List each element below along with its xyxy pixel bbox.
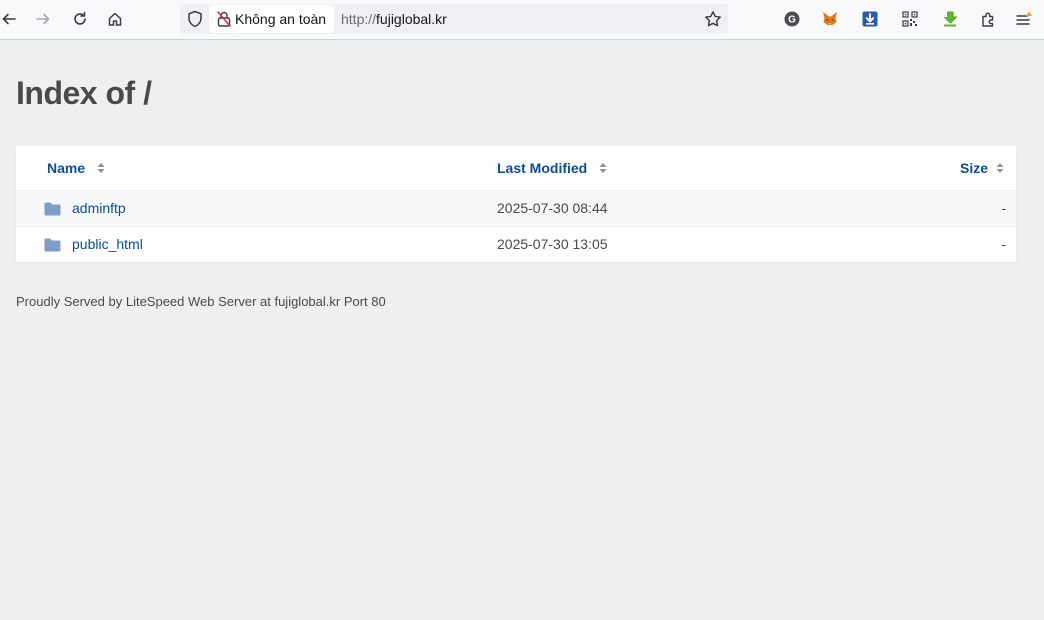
metamask-icon (823, 12, 837, 25)
home-button[interactable] (100, 4, 130, 34)
url-host: fujiglobal.kr (376, 11, 447, 27)
download-extension-button[interactable] (855, 4, 885, 34)
forward-icon (36, 13, 50, 25)
shield-icon[interactable] (186, 10, 204, 28)
extensions-button[interactable] (973, 4, 1003, 34)
row-modified: 2025-07-30 08:44 (497, 200, 608, 216)
insecure-lock-icon (217, 11, 231, 27)
folder-icon (44, 202, 61, 216)
folder-icon (44, 238, 61, 252)
reload-button[interactable] (65, 4, 95, 34)
security-indicator[interactable]: Không an toàn (209, 5, 334, 33)
column-size-label: Size (960, 160, 989, 176)
forward-button[interactable] (28, 4, 58, 34)
download-extension-icon (862, 11, 878, 27)
column-name-label: Name (47, 160, 86, 176)
url-scheme: http:// (341, 11, 377, 27)
address-bar[interactable]: Không an toàn http://fujiglobal.kr (180, 4, 728, 34)
sort-by-size[interactable]: Size (960, 160, 1004, 176)
green-download-icon (943, 11, 958, 27)
folder-link-public-html[interactable]: public_html (72, 236, 143, 252)
sort-icon (599, 163, 607, 173)
sort-icon (996, 163, 1004, 173)
green-download-button[interactable] (935, 4, 965, 34)
qr-code-button[interactable] (895, 4, 925, 34)
grammarly-icon: G (784, 11, 800, 27)
listing-header: Name Last Modified Size (16, 146, 1016, 191)
url-text[interactable]: http://fujiglobal.kr (341, 11, 447, 27)
table-row[interactable]: adminftp 2025-07-30 08:44 - (16, 191, 1016, 227)
sort-by-modified[interactable]: Last Modified (497, 160, 607, 176)
grammarly-button[interactable]: G (777, 4, 807, 34)
home-icon (108, 12, 122, 26)
back-icon (2, 13, 16, 25)
folder-link-adminftp[interactable]: adminftp (72, 200, 126, 216)
row-size: - (1001, 236, 1006, 252)
page-title: Index of / (16, 75, 152, 111)
column-modified-label: Last Modified (497, 160, 588, 176)
bookmark-star-icon[interactable] (704, 10, 722, 28)
row-modified: 2025-07-30 13:05 (497, 236, 608, 252)
sort-by-name[interactable]: Name (47, 160, 105, 176)
security-label: Không an toàn (235, 11, 327, 27)
qr-code-icon (902, 11, 918, 27)
extensions-icon (982, 12, 994, 27)
menu-button[interactable] (1009, 4, 1039, 34)
server-footer: Proudly Served by LiteSpeed Web Server a… (16, 294, 386, 309)
directory-listing: Name Last Modified Size adminftp 2025-07… (16, 146, 1016, 262)
svg-text:G: G (788, 15, 796, 26)
row-size: - (1001, 200, 1006, 216)
sort-icon (97, 163, 105, 173)
metamask-button[interactable] (815, 4, 845, 34)
browser-toolbar: Không an toàn http://fujiglobal.kr G (0, 0, 1044, 40)
back-button[interactable] (0, 4, 24, 34)
table-row[interactable]: public_html 2025-07-30 13:05 - (16, 227, 1016, 262)
menu-icon (1016, 11, 1032, 25)
reload-icon (74, 11, 86, 25)
